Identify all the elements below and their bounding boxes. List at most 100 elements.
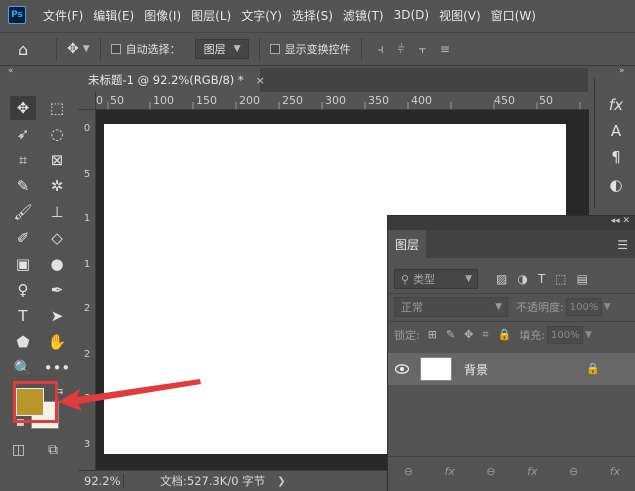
- show-transform-checkbox[interactable]: [269, 44, 280, 54]
- brush-tool-icon[interactable]: 🖌: [10, 200, 36, 224]
- smart-object-filter-icon[interactable]: ▤: [577, 272, 588, 286]
- shape-tool-icon[interactable]: ⬟: [10, 330, 36, 354]
- menu-window[interactable]: 窗口(W): [486, 7, 541, 24]
- frame-tool-icon[interactable]: ⊠: [44, 148, 70, 172]
- character-icon[interactable]: A: [605, 120, 627, 142]
- align-left-icon[interactable]: ⫞: [378, 42, 384, 57]
- eyedropper-tool-icon[interactable]: ✎: [10, 174, 36, 198]
- link-icon[interactable]: ⊖: [486, 465, 495, 478]
- zoom-field[interactable]: 92.2%: [78, 474, 124, 488]
- chevron-down-icon[interactable]: ▼: [604, 302, 611, 312]
- menu-type[interactable]: 文字(Y): [236, 7, 287, 24]
- ruler-tick-label: 0: [83, 123, 91, 134]
- lock-position-icon[interactable]: ✥: [464, 328, 473, 342]
- menu-view[interactable]: 视图(V): [434, 7, 486, 24]
- move-tool-icon[interactable]: ✥: [10, 96, 36, 120]
- auto-select-checkbox[interactable]: [110, 44, 121, 54]
- ruler-tick-label: 250: [282, 94, 303, 107]
- collapse-left-icon[interactable]: «: [8, 66, 14, 78]
- filter-icons: ▨ ◑ T ⬚ ▤: [496, 272, 588, 286]
- menu-3d[interactable]: 3D(D): [389, 8, 434, 22]
- eye-icon[interactable]: [388, 364, 416, 374]
- blend-mode-dropdown[interactable]: 正常 ▼: [394, 297, 508, 317]
- quick-select-tool-icon[interactable]: ◌: [44, 122, 70, 146]
- chevron-right-icon[interactable]: ❯: [277, 476, 285, 487]
- hand-tool-icon[interactable]: ✋: [44, 330, 70, 354]
- lock-pixels-icon[interactable]: ✎: [446, 328, 455, 342]
- crop-tool-icon[interactable]: ⌗: [10, 148, 36, 172]
- panel-tabs: 图层 ☰: [388, 230, 635, 258]
- foreground-color-swatch[interactable]: [16, 388, 44, 416]
- distribute-icon[interactable]: ≡: [440, 42, 450, 56]
- lock-all-icon[interactable]: 🔒: [498, 328, 512, 342]
- opacity-label: 不透明度:: [516, 301, 564, 314]
- document-tab[interactable]: 未标题-1 @ 92.2%(RGB/8) * ×: [78, 68, 265, 92]
- close-icon[interactable]: ×: [256, 74, 265, 87]
- layer-name: 背景: [464, 362, 489, 377]
- layer-filter-dropdown[interactable]: ⚲ 类型 ▼: [394, 269, 478, 289]
- fill-field[interactable]: 100%: [547, 326, 583, 344]
- layer-row[interactable]: 背景 🔒: [388, 353, 635, 385]
- blend-row: 正常 ▼ 不透明度: 100% ▼: [394, 296, 630, 318]
- horizontal-ruler[interactable]: 0 50 100 150 200 250 300 350 400 450 50: [96, 92, 589, 110]
- link-icon[interactable]: ⊖: [569, 465, 578, 478]
- chevron-down-icon[interactable]: ▼: [83, 44, 90, 54]
- menu-select[interactable]: 选择(S): [287, 7, 338, 24]
- layers-panel: ◂◂ ✕ 图层 ☰ ⚲ 类型 ▼ ▨ ◑ T ⬚ ▤ 正常 ▼ 不透明度: 10…: [387, 215, 635, 491]
- shape-filter-icon[interactable]: ⬚: [555, 272, 566, 286]
- fx-icon[interactable]: fx: [444, 465, 454, 478]
- annotation-arrow-icon: [58, 379, 201, 411]
- chevron-down-icon[interactable]: ▼: [585, 330, 592, 340]
- tab-layers[interactable]: 图层: [388, 230, 426, 258]
- ruler-tick-label: 150: [196, 94, 217, 107]
- screen-mode-icon[interactable]: ⧉: [48, 442, 58, 458]
- collapse-right-icon[interactable]: »: [619, 66, 625, 78]
- auto-select-target-value: 图层: [203, 43, 226, 56]
- healing-tool-icon[interactable]: ✲: [44, 174, 70, 198]
- fx-icon[interactable]: fx: [527, 465, 537, 478]
- marquee-tool-icon[interactable]: ⬚: [44, 96, 70, 120]
- divider: [258, 38, 260, 60]
- layer-filter-row: ⚲ 类型 ▼ ▨ ◑ T ⬚ ▤: [394, 268, 630, 290]
- lasso-tool-icon[interactable]: ➶: [10, 122, 36, 146]
- quick-mask-icon[interactable]: ◫: [12, 442, 25, 458]
- menu-file[interactable]: 文件(F): [38, 7, 88, 24]
- dodge-tool-icon[interactable]: ♀: [10, 278, 36, 302]
- paragraph-icon[interactable]: ¶: [605, 146, 627, 168]
- type-filter-icon[interactable]: T: [538, 272, 545, 286]
- ps-logo: Ps: [8, 6, 26, 24]
- home-icon[interactable]: ⌂: [18, 40, 46, 59]
- adjustments-icon[interactable]: ◐: [605, 174, 627, 196]
- pixel-filter-icon[interactable]: ▨: [496, 272, 507, 286]
- panel-menu-icon[interactable]: ☰: [617, 238, 628, 252]
- stamp-tool-icon[interactable]: ⊥: [44, 200, 70, 224]
- menu-filter[interactable]: 滤镜(T): [338, 7, 389, 24]
- chevron-down-icon: ▼: [233, 44, 241, 54]
- collapse-panel-icon[interactable]: ◂◂ ✕: [611, 216, 630, 226]
- align-right-icon[interactable]: ⫟: [419, 42, 426, 57]
- vertical-ruler[interactable]: 0 5 1 1 2 2 3 3: [78, 110, 96, 470]
- fx-icon[interactable]: fx: [605, 94, 627, 116]
- menu-edit[interactable]: 编辑(E): [88, 7, 139, 24]
- menu-image[interactable]: 图像(I): [139, 7, 186, 24]
- ruler-tick-label: 350: [368, 94, 389, 107]
- eraser-tool-icon[interactable]: ◇: [44, 226, 70, 250]
- default-colors-icon[interactable]: ■: [16, 418, 25, 428]
- menu-layer[interactable]: 图层(L): [186, 7, 236, 24]
- fx-icon[interactable]: fx: [610, 465, 620, 478]
- adjustment-filter-icon[interactable]: ◑: [517, 272, 527, 286]
- gradient-tool-icon[interactable]: ▣: [10, 252, 36, 276]
- align-center-icon[interactable]: ⫩: [398, 42, 405, 57]
- type-tool-icon[interactable]: T: [10, 304, 36, 328]
- pen-tool-icon[interactable]: ✒: [44, 278, 70, 302]
- move-tool-icon[interactable]: ✥: [67, 41, 79, 57]
- lock-transparency-icon[interactable]: ⊞: [428, 328, 437, 342]
- lock-artboard-icon[interactable]: ⌗: [482, 328, 488, 342]
- path-select-tool-icon[interactable]: ➤: [44, 304, 70, 328]
- blur-tool-icon[interactable]: ●: [44, 252, 70, 276]
- zoom-tool-icon[interactable]: 🔍: [10, 356, 36, 380]
- link-icon[interactable]: ⊖: [404, 465, 413, 478]
- opacity-field[interactable]: 100%: [565, 298, 602, 316]
- auto-select-target-dropdown[interactable]: 图层 ▼: [194, 39, 249, 59]
- history-brush-tool-icon[interactable]: ✐: [10, 226, 36, 250]
